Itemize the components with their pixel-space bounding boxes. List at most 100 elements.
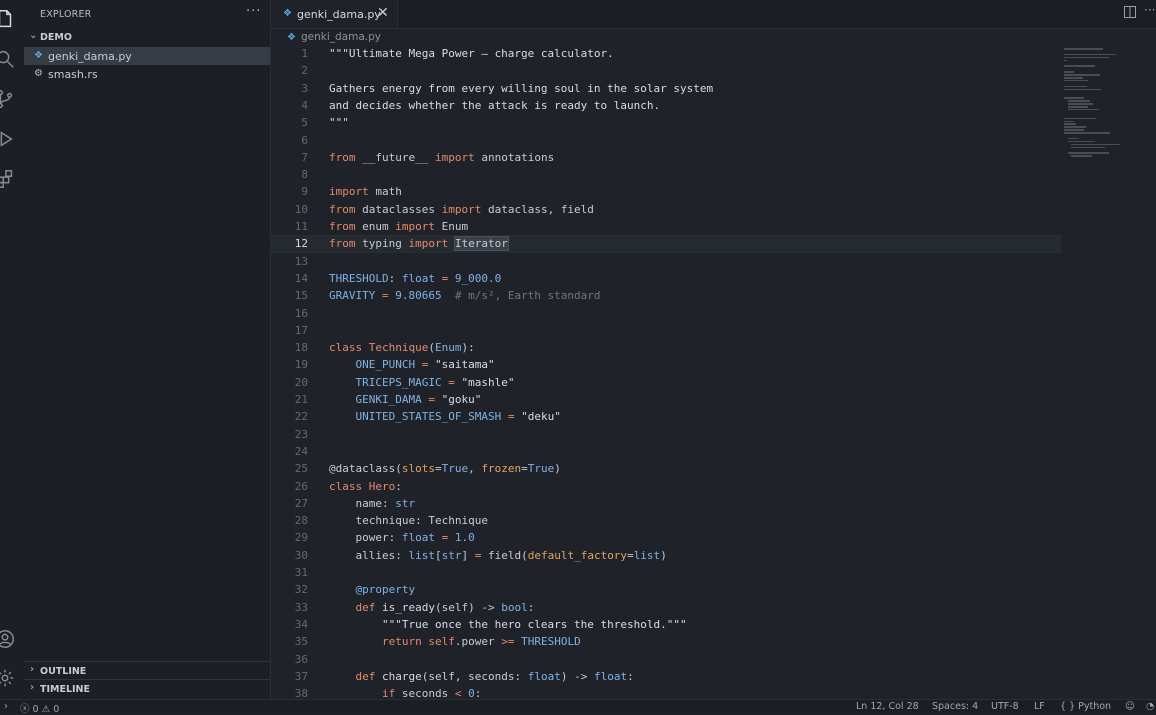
code-line[interactable]: 9 import math: [271, 183, 1061, 200]
code-line[interactable]: 29 power: float = 1.0: [271, 529, 1061, 546]
explorer-icon[interactable]: [0, 8, 18, 32]
code-line[interactable]: 28 technique: Technique: [271, 512, 1061, 529]
code-token: class: [329, 341, 363, 355]
code-token: import: [395, 220, 435, 233]
eol-setting[interactable]: LF: [1034, 701, 1045, 712]
code-line[interactable]: 4 and decides whether the attack is ready…: [271, 97, 1061, 114]
code-line[interactable]: 33 def is_ready(self) -> bool:: [271, 599, 1061, 616]
line-number: 10: [294, 202, 308, 216]
code-token: from: [329, 237, 356, 251]
code-line[interactable]: 25 @dataclass(slots=True, frozen=True): [271, 460, 1061, 477]
code-line[interactable]: 20 TRICEPS_MAGIC = "mashle": [271, 374, 1061, 391]
minimap-line: [1067, 103, 1093, 105]
minimap-line: [1064, 65, 1095, 67]
settings-gear-icon[interactable]: [0, 667, 18, 691]
code-token: allies:: [329, 548, 409, 562]
code-line[interactable]: 24: [271, 443, 1061, 460]
code-line[interactable]: 5 """: [271, 114, 1061, 131]
notifications-icon[interactable]: ◔: [1146, 701, 1154, 712]
run-debug-icon[interactable]: [0, 128, 18, 152]
problems-indicator[interactable]: ⓧ 0 ⚠ 0: [20, 701, 59, 715]
line-number: 16: [294, 306, 308, 320]
line-number: 31: [294, 566, 308, 579]
code-line[interactable]: 30 allies: list[str] = field(default_fac…: [271, 547, 1061, 564]
line-number: 32: [294, 583, 308, 597]
language-mode[interactable]: { } Python: [1060, 701, 1111, 712]
code-line[interactable]: 26 class Hero:: [271, 478, 1061, 495]
minimap-line: [1067, 100, 1091, 102]
code-line[interactable]: 36: [271, 651, 1061, 668]
code-line[interactable]: 13: [271, 253, 1061, 270]
indentation-setting[interactable]: Spaces: 4: [932, 701, 978, 712]
close-icon[interactable]: ✕: [377, 5, 389, 21]
folder-label: DEMO: [40, 32, 72, 43]
code-line[interactable]: 22 UNITED_STATES_OF_SMASH = "deku": [271, 408, 1061, 425]
code-line[interactable]: 21 GENKI_DAMA = "goku": [271, 391, 1061, 408]
minimap-line: [1064, 117, 1096, 120]
outline-section[interactable]: › OUTLINE: [24, 661, 270, 680]
editor-more-actions-icon[interactable]: ···: [1144, 3, 1155, 17]
code-line[interactable]: 35 return self.power >= THRESHOLD: [271, 633, 1061, 650]
code-line[interactable]: 37 def charge(self, seconds: float) -> f…: [271, 668, 1061, 685]
encoding-setting[interactable]: UTF-8: [991, 701, 1019, 712]
code-token: return: [381, 635, 422, 649]
search-icon[interactable]: [0, 48, 18, 72]
breadcrumb[interactable]: ❖ genki_dama.py: [287, 31, 381, 43]
line-number: 1: [301, 47, 308, 60]
code-line[interactable]: 7 from __future__ import annotations: [271, 149, 1061, 166]
remote-indicator-icon[interactable]: ›: [4, 701, 8, 712]
code-token: float: [401, 271, 435, 285]
code-editor[interactable]: 1 """Ultimate Mega Power — charge calcula…: [271, 45, 1061, 699]
code-line[interactable]: 3 Gathers energy from every willing soul …: [271, 80, 1061, 97]
code-line[interactable]: 14 THRESHOLD: float = 9_000.0: [271, 270, 1061, 287]
code-token: is_ready: [382, 600, 435, 614]
code-line[interactable]: 18 class Technique(Enum):: [271, 339, 1061, 356]
explorer-more-actions-icon[interactable]: ···: [246, 4, 261, 19]
code-token: Enum: [434, 341, 462, 355]
tab-genki-dama[interactable]: ❖ genki_dama.py ✕: [271, 0, 398, 28]
extensions-icon[interactable]: [0, 168, 18, 192]
line-number: 3: [301, 81, 308, 95]
code-line[interactable]: 19 ONE_PUNCH = "saitama": [271, 356, 1061, 373]
code-line[interactable]: 34 """True once the hero clears the thre…: [271, 616, 1061, 633]
file-item-genki-dama[interactable]: ❖ genki_dama.py: [24, 47, 270, 65]
code-token: ,: [468, 462, 482, 476]
file-item-smash[interactable]: ⚙ smash.rs: [24, 65, 270, 83]
code-token: name:: [329, 496, 396, 510]
code-token: slots: [401, 462, 435, 476]
line-code: """True once the hero clears the thresho…: [329, 618, 687, 631]
code-line[interactable]: 31: [271, 564, 1061, 581]
copilot-icon[interactable]: ☺: [1125, 701, 1135, 712]
account-icon[interactable]: [0, 628, 18, 652]
code-line[interactable]: 38 if seconds < 0:: [271, 685, 1061, 699]
minimap-line: [1064, 120, 1074, 122]
code-line[interactable]: 8: [271, 166, 1061, 183]
line-number: 24: [294, 444, 308, 458]
folder-header-demo[interactable]: ⌄ DEMO: [24, 29, 270, 47]
code-token: 9_000.0: [454, 271, 502, 285]
line-code: allies: list[str] = field(default_factor…: [329, 548, 666, 562]
line-code: @dataclass(slots=True, frozen=True): [329, 462, 561, 475]
code-token: True: [527, 462, 555, 476]
code-line[interactable]: 32 @property: [271, 581, 1061, 598]
split-editor-icon[interactable]: [1124, 6, 1136, 21]
code-line[interactable]: 6: [271, 132, 1061, 149]
code-line[interactable]: 17: [271, 322, 1061, 339]
code-line[interactable]: 16: [271, 305, 1061, 322]
code-line[interactable]: 23: [271, 426, 1061, 443]
code-line[interactable]: 27 name: str: [271, 495, 1061, 512]
code-line[interactable]: 2: [271, 62, 1061, 79]
minimap[interactable]: [1062, 45, 1156, 699]
code-line[interactable]: 1 """Ultimate Mega Power — charge calcula…: [271, 45, 1061, 62]
code-line[interactable]: 12 from typing import Iterator: [271, 235, 1061, 253]
language-label: Python: [1078, 701, 1112, 712]
line-code: """: [329, 116, 349, 129]
code-line[interactable]: 11 from enum import Enum: [271, 218, 1061, 235]
timeline-section[interactable]: › TIMELINE: [24, 679, 270, 698]
cursor-position[interactable]: Ln 12, Col 28: [856, 701, 919, 712]
code-line[interactable]: 10 from dataclasses import dataclass, fie…: [271, 201, 1061, 218]
line-number: 36: [294, 652, 308, 666]
line-number: 34: [294, 617, 308, 631]
code-line[interactable]: 15 GRAVITY = 9.80665 # m/s², Earth standa…: [271, 287, 1061, 304]
source-control-icon[interactable]: [0, 88, 18, 112]
